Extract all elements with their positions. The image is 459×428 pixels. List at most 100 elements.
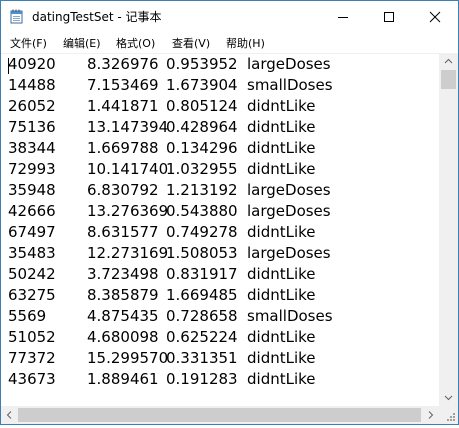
text-cell: didntLike <box>247 328 316 346</box>
text-cell: 13.276369 <box>87 202 169 220</box>
text-cell: didntLike <box>247 160 316 178</box>
text-cell: 35483 <box>8 244 56 262</box>
text-cell: 26052 <box>8 97 56 115</box>
title-bar[interactable]: datingTestSet - 记事本 <box>1 1 458 32</box>
text-cell: 1.669788 <box>87 139 159 157</box>
text-cell: largeDoses <box>247 202 331 220</box>
text-cell: didntLike <box>247 139 316 157</box>
text-cell: 8.385879 <box>87 286 159 304</box>
text-cell: 38344 <box>8 139 56 157</box>
text-cell: 42666 <box>8 202 56 220</box>
window-title: datingTestSet - 记事本 <box>32 10 162 24</box>
menu-help[interactable]: 帮助(H) <box>226 35 265 51</box>
text-cell: 40920 <box>8 55 56 73</box>
text-cell: 13.147394 <box>87 118 169 136</box>
text-cell: 0.428964 <box>166 118 238 136</box>
close-button[interactable] <box>412 1 458 32</box>
scroll-left-button[interactable] <box>1 406 18 424</box>
text-cell: 43673 <box>8 370 56 388</box>
text-cell: 0.625224 <box>166 328 238 346</box>
horizontal-scroll-thumb[interactable] <box>18 408 421 422</box>
chevron-down-icon <box>444 395 453 401</box>
vertical-scrollbar[interactable] <box>439 53 458 406</box>
text-cell: 12.273169 <box>87 244 169 262</box>
close-icon <box>429 11 441 23</box>
vertical-scroll-thumb[interactable] <box>441 70 456 89</box>
text-cell: didntLike <box>247 223 316 241</box>
text-cell: 1.669485 <box>166 286 238 304</box>
text-cell: 3.723498 <box>87 265 159 283</box>
maximize-button[interactable] <box>366 1 412 32</box>
menu-format[interactable]: 格式(O) <box>116 35 155 51</box>
scrollbar-corner <box>439 406 458 424</box>
text-cell: 1.441871 <box>87 97 159 115</box>
minimize-icon <box>338 17 348 18</box>
text-cell: didntLike <box>247 118 316 136</box>
text-line: 75136 13.147394 0.428964 didntLike <box>1 117 439 138</box>
text-cell: 0.728658 <box>166 307 238 325</box>
text-cell: didntLike <box>247 286 316 304</box>
minimize-button[interactable] <box>320 1 366 32</box>
text-cell: 7.153469 <box>87 76 159 94</box>
text-cell: 1.889461 <box>87 370 159 388</box>
text-cell: 4.680098 <box>87 328 159 346</box>
text-cell: largeDoses <box>247 244 331 262</box>
horizontal-scrollbar[interactable] <box>1 406 439 424</box>
text-cell: largeDoses <box>247 181 331 199</box>
text-cell: 15.299570 <box>87 349 169 367</box>
text-line: 35483 12.273169 1.508053 largeDoses <box>1 243 439 264</box>
notepad-icon[interactable] <box>10 9 24 24</box>
text-cell: 75136 <box>8 118 56 136</box>
text-cell: 63275 <box>8 286 56 304</box>
chevron-up-icon <box>444 58 453 64</box>
text-cell: 1.673904 <box>166 76 238 94</box>
text-line: 40920 8.326976 0.953952 largeDoses <box>1 54 439 75</box>
text-cell: 0.543880 <box>166 202 238 220</box>
text-cell: 0.805124 <box>166 97 238 115</box>
text-line: 43673 1.889461 0.191283 didntLike <box>1 369 439 390</box>
text-line: 26052 1.441871 0.805124 didntLike <box>1 96 439 117</box>
text-cell: 0.831917 <box>166 265 238 283</box>
text-cell: smallDoses <box>247 76 333 94</box>
text-cell: 50242 <box>8 265 56 283</box>
resize-grip-icon[interactable] <box>444 410 456 422</box>
text-cell: 35948 <box>8 181 56 199</box>
text-cell: 14488 <box>8 76 56 94</box>
scroll-down-button[interactable] <box>439 389 458 406</box>
text-cell: 1.508053 <box>166 244 238 262</box>
text-cell: didntLike <box>247 370 316 388</box>
text-cell: 0.191283 <box>166 370 238 388</box>
text-editor-area[interactable]: 40920 8.326976 0.953952 largeDoses 14488 7.15… <box>1 53 439 407</box>
scroll-up-button[interactable] <box>439 53 458 70</box>
scroll-right-button[interactable] <box>422 406 439 424</box>
text-cell: 72993 <box>8 160 56 178</box>
menu-file[interactable]: 文件(F) <box>10 35 47 51</box>
text-line: 42666 13.276369 0.543880 largeDoses <box>1 201 439 222</box>
text-line: 67497 8.631577 0.749278 didntLike <box>1 222 439 243</box>
text-line: 63275 8.385879 1.669485 didntLike <box>1 285 439 306</box>
text-line: 38344 1.669788 0.134296 didntLike <box>1 138 439 159</box>
text-line: 72993 10.141740 1.032955 didntLike <box>1 159 439 180</box>
text-line: 35948 6.830792 1.213192 largeDoses <box>1 180 439 201</box>
text-line: 51052 4.680098 0.625224 didntLike <box>1 327 439 348</box>
text-cell: 0.953952 <box>166 55 238 73</box>
text-line: 5569 4.875435 0.728658 smallDoses <box>1 306 439 327</box>
text-cell: 0.749278 <box>166 223 238 241</box>
menu-edit[interactable]: 编辑(E) <box>63 35 101 51</box>
text-cell: 8.326976 <box>87 55 159 73</box>
text-cell: 1.032955 <box>166 160 238 178</box>
menu-view[interactable]: 查看(V) <box>172 35 210 51</box>
text-cell: smallDoses <box>247 307 333 325</box>
text-cell: largeDoses <box>247 55 331 73</box>
text-cell: 0.331351 <box>166 349 238 367</box>
text-cell: 4.875435 <box>87 307 159 325</box>
notepad-window: datingTestSet - 记事本 文件(F) 编辑(E) 格式(O) 查看… <box>0 0 459 425</box>
menu-bar: 文件(F) 编辑(E) 格式(O) 查看(V) 帮助(H) <box>1 32 458 52</box>
text-cell: 1.213192 <box>166 181 238 199</box>
text-cell: 0.134296 <box>166 139 238 157</box>
text-cell: 67497 <box>8 223 56 241</box>
text-cell: didntLike <box>247 349 316 367</box>
text-line: 14488 7.153469 1.673904 smallDoses <box>1 75 439 96</box>
text-cell: didntLike <box>247 97 316 115</box>
text-cell: 10.141740 <box>87 160 169 178</box>
